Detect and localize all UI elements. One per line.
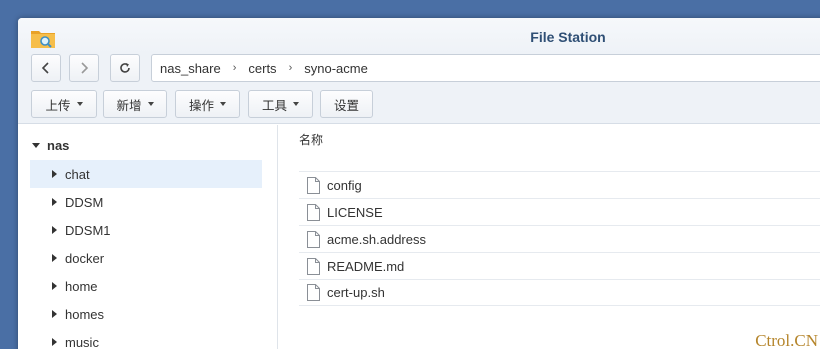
file-name: README.md (327, 258, 405, 274)
upload-button[interactable]: 上传 (31, 90, 97, 118)
collapse-arrow-icon[interactable] (52, 282, 57, 290)
column-header-name[interactable]: 名称 (299, 131, 820, 153)
action-button[interactable]: 操作 (175, 90, 240, 118)
sidebar-item-ddsm1[interactable]: DDSM1 (30, 216, 262, 244)
caret-down-icon (293, 102, 299, 106)
file-name: cert-up.sh (327, 285, 385, 300)
window-title: File Station (530, 29, 606, 45)
sidebar-item-music[interactable]: music (30, 328, 262, 349)
action-label: 操作 (188, 98, 214, 113)
sidebar-item-homes[interactable]: homes (30, 300, 262, 328)
collapse-arrow-icon[interactable] (52, 226, 57, 234)
sidebar-item-ddsm[interactable]: DDSM (30, 188, 262, 216)
create-label: 新增 (116, 98, 142, 113)
create-button[interactable]: 新增 (103, 90, 167, 118)
sidebar-item-docker[interactable]: docker (30, 244, 262, 272)
title-bar[interactable]: File Station (18, 18, 820, 54)
file-icon (307, 284, 320, 301)
chevron-left-icon (41, 62, 49, 74)
collapse-arrow-icon[interactable] (52, 170, 57, 178)
navigation-bar: nas_share › certs › syno-acme (18, 54, 820, 86)
collapse-arrow-icon[interactable] (52, 254, 57, 262)
file-icon (307, 230, 320, 248)
breadcrumb[interactable]: nas_share › certs › syno-acme (151, 54, 820, 82)
sidebar-item-label: homes (65, 306, 105, 322)
sidebar-item-label: music (65, 334, 99, 349)
file-row[interactable]: acme.sh.address (299, 225, 820, 252)
breadcrumb-separator: › (288, 62, 293, 74)
settings-button[interactable]: 设置 (320, 90, 373, 118)
sidebar-item-label: DDSM1 (65, 222, 111, 238)
folder-tree: nas chat DDSM DDSM1 docker home homes mu… (18, 125, 278, 349)
collapse-arrow-icon[interactable] (52, 198, 57, 206)
sidebar-item-home[interactable]: home (30, 272, 262, 300)
sidebar-item-label: chat (65, 166, 90, 182)
file-icon (307, 176, 320, 194)
breadcrumb-item[interactable]: syno-acme (304, 61, 368, 76)
upload-label: 上传 (45, 98, 71, 113)
caret-down-icon (220, 102, 226, 106)
file-name: acme.sh.address (327, 231, 426, 247)
file-station-window: File Station nas_share › certs › syno-ac… (18, 18, 820, 349)
file-icon (307, 257, 320, 275)
tree-root-label: nas (47, 137, 70, 153)
sidebar-item-chat[interactable]: chat (30, 160, 262, 188)
back-button[interactable] (31, 54, 61, 82)
action-toolbar: 上传 新增 操作 工具 设置 (18, 86, 820, 124)
file-row[interactable]: LICENSE (299, 198, 820, 225)
file-list: 名称 config LICENSE acme.sh.address README… (279, 125, 820, 349)
chevron-right-icon (81, 62, 89, 74)
collapse-arrow-icon[interactable] (52, 338, 57, 346)
breadcrumb-item[interactable]: certs (248, 61, 276, 76)
collapse-arrow-icon[interactable] (52, 310, 57, 318)
watermark: Ctrol.CN (755, 331, 818, 349)
sidebar-item-label: home (65, 278, 98, 294)
tools-button[interactable]: 工具 (248, 90, 313, 118)
sidebar-item-label: docker (65, 250, 105, 266)
caret-down-icon (76, 102, 83, 106)
caret-down-icon (147, 102, 154, 106)
expand-arrow-icon[interactable] (32, 142, 40, 148)
breadcrumb-separator: › (232, 62, 237, 74)
file-icon (307, 203, 320, 221)
file-row[interactable]: README.md (299, 252, 820, 279)
refresh-icon (120, 63, 130, 73)
tree-root-nas[interactable]: nas (32, 133, 69, 157)
settings-label: 设置 (333, 98, 359, 113)
file-row[interactable]: cert-up.sh (299, 279, 820, 306)
sidebar-item-label: DDSM (65, 194, 104, 210)
file-row[interactable]: config (299, 171, 820, 198)
file-name: LICENSE (327, 204, 383, 220)
tools-label: 工具 (261, 98, 287, 113)
file-name: config (327, 177, 362, 193)
refresh-button[interactable] (110, 54, 140, 82)
forward-button[interactable] (69, 54, 99, 82)
breadcrumb-item[interactable]: nas_share (160, 61, 221, 76)
